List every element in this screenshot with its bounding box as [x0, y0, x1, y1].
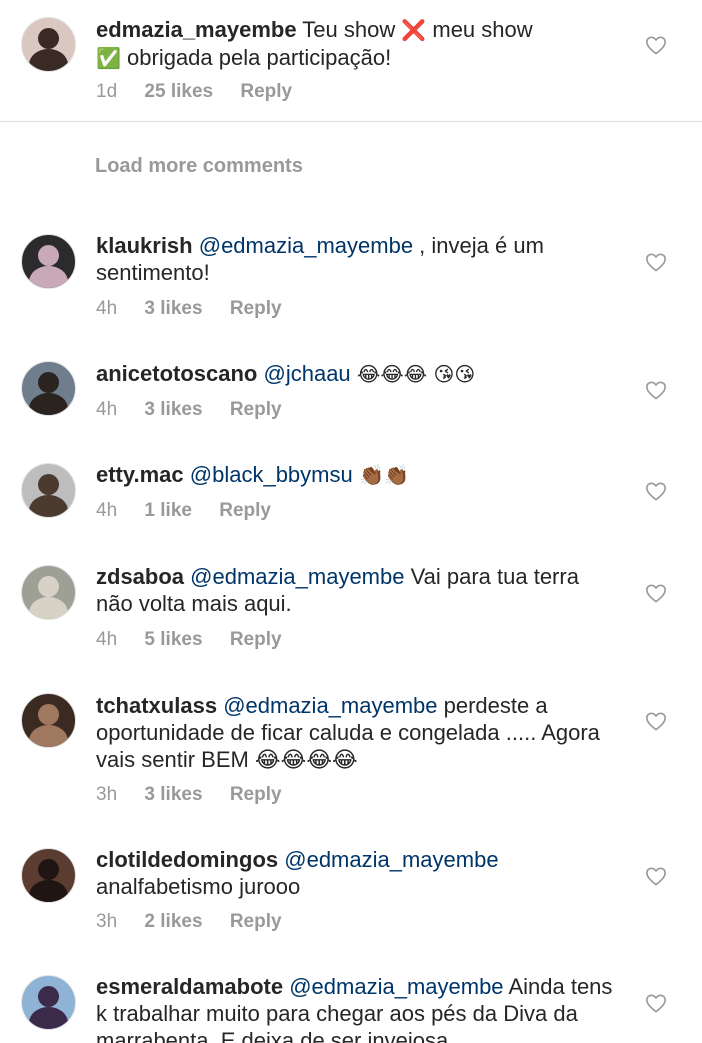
- comment-username[interactable]: etty.mac: [96, 462, 184, 487]
- avatar-head-shape: [37, 27, 60, 49]
- comment-text: zdsaboa @edmazia_mayembe Vai para tua te…: [96, 563, 621, 617]
- avatar-head-shape: [37, 703, 60, 725]
- reply-button[interactable]: Reply: [230, 911, 282, 932]
- avatar[interactable]: [21, 463, 76, 518]
- avatar-body-shape: [29, 724, 68, 747]
- comment-text: klaukrish @edmazia_mayembe , inveja é um…: [96, 232, 621, 286]
- comment-username[interactable]: anicetotoscano: [96, 361, 257, 386]
- comment-likes[interactable]: 2 likes: [144, 911, 202, 932]
- comment-text: clotildedomingos @edmazia_mayembe analfa…: [96, 846, 621, 900]
- comment-likes[interactable]: 3 likes: [144, 399, 202, 420]
- comment-time: 1d: [96, 81, 118, 102]
- comment-text: etty.mac @black_bbymsu 👏🏾👏🏾: [96, 461, 621, 489]
- avatar[interactable]: [21, 848, 76, 903]
- comment-time: 3h: [96, 784, 118, 805]
- comment-text: esmeraldamabote @edmazia_mayembe Ainda t…: [96, 973, 621, 1043]
- reply-button[interactable]: Reply: [230, 629, 282, 650]
- comment-time: 4h: [96, 399, 118, 420]
- comment-body: analfabetismo jurooo: [96, 874, 301, 899]
- avatar[interactable]: [21, 17, 76, 72]
- reply-button[interactable]: Reply: [230, 784, 282, 805]
- comment-time: 4h: [96, 298, 118, 319]
- heart-icon[interactable]: [645, 866, 667, 886]
- comment-meta: 3h 2 likes Reply: [96, 911, 304, 933]
- avatar-head-shape: [37, 575, 60, 597]
- comment-meta: 4h 5 likes Reply: [96, 629, 304, 651]
- avatar-body-shape: [29, 879, 68, 902]
- avatar-head-shape: [37, 371, 60, 393]
- comment-likes[interactable]: 5 likes: [144, 629, 202, 650]
- avatar-body-shape: [29, 596, 68, 619]
- clapping-hands-icon: 👏🏾👏🏾: [352, 463, 409, 487]
- avatar[interactable]: [21, 234, 76, 289]
- avatar-head-shape: [37, 985, 60, 1007]
- divider: [0, 121, 702, 122]
- avatar-body-shape: [29, 1006, 68, 1029]
- comment-meta: 1d 25 likes Reply: [96, 81, 314, 103]
- comment-body: Teu show: [302, 17, 402, 42]
- reply-button[interactable]: Reply: [219, 500, 271, 521]
- comment-text: anicetotoscano @jchaau 😂😂😂 😘😘: [96, 360, 621, 388]
- avatar-body-shape: [29, 494, 68, 517]
- comment-mention[interactable]: @edmazia_mayembe: [190, 564, 404, 589]
- comment-mention[interactable]: @black_bbymsu: [190, 462, 353, 487]
- comment-username[interactable]: tchatxulass: [96, 693, 217, 718]
- comment-username[interactable]: zdsaboa: [96, 564, 184, 589]
- comment-text: edmazia_mayembe Teu show ❌ meu show ✅ ob…: [96, 16, 621, 72]
- comment-meta: 4h 3 likes Reply: [96, 298, 304, 320]
- heart-icon[interactable]: [645, 252, 667, 272]
- avatar-body-shape: [29, 265, 68, 288]
- cross-mark-icon: ❌: [401, 18, 427, 42]
- emoji-laughing-kiss-icon: 😂😂😂 😘😘: [350, 362, 476, 386]
- comment-time: 3h: [96, 911, 118, 932]
- reply-button[interactable]: Reply: [230, 298, 282, 319]
- comment-likes[interactable]: 3 likes: [144, 784, 202, 805]
- heart-icon[interactable]: [645, 993, 667, 1013]
- comment-mention[interactable]: @jchaau: [264, 361, 351, 386]
- comment-meta: 4h 3 likes Reply: [96, 399, 304, 421]
- comment-time: 4h: [96, 629, 118, 650]
- avatar[interactable]: [21, 693, 76, 748]
- avatar-head-shape: [37, 244, 60, 266]
- avatar-head-shape: [37, 858, 60, 880]
- comment-username[interactable]: edmazia_mayembe: [96, 17, 297, 42]
- reply-button[interactable]: Reply: [240, 81, 292, 102]
- avatar-body-shape: [29, 392, 68, 415]
- comment-username[interactable]: klaukrish: [96, 233, 193, 258]
- avatar-body-shape: [29, 48, 68, 71]
- heart-icon[interactable]: [645, 481, 667, 501]
- comment-likes[interactable]: 1 like: [144, 500, 192, 521]
- comment-likes[interactable]: 3 likes: [144, 298, 202, 319]
- comment-username[interactable]: esmeraldamabote: [96, 974, 283, 999]
- heart-icon[interactable]: [645, 711, 667, 731]
- comment-meta: 4h 1 like Reply: [96, 500, 293, 522]
- comment-mention[interactable]: @edmazia_mayembe: [284, 847, 498, 872]
- comment-body: obrigada pela participação!: [120, 45, 392, 70]
- comment-time: 4h: [96, 500, 118, 521]
- comment-username[interactable]: clotildedomingos: [96, 847, 278, 872]
- load-more-comments[interactable]: Load more comments: [95, 155, 303, 178]
- comment-likes[interactable]: 25 likes: [144, 81, 213, 102]
- comment-body: meu show: [426, 17, 533, 42]
- avatar[interactable]: [21, 565, 76, 620]
- heart-icon[interactable]: [645, 35, 667, 55]
- comment-text: tchatxulass @edmazia_mayembe perdeste a …: [96, 692, 621, 773]
- check-mark-icon: ✅: [96, 46, 121, 70]
- avatar[interactable]: [21, 361, 76, 416]
- reply-button[interactable]: Reply: [230, 399, 282, 420]
- avatar[interactable]: [21, 975, 76, 1030]
- heart-icon[interactable]: [645, 380, 667, 400]
- comment-mention[interactable]: @edmazia_mayembe: [289, 974, 503, 999]
- heart-icon[interactable]: [645, 583, 667, 603]
- comment-mention[interactable]: @edmazia_mayembe: [199, 233, 413, 258]
- comment-mention[interactable]: @edmazia_mayembe: [223, 693, 437, 718]
- comment-meta: 3h 3 likes Reply: [96, 784, 304, 806]
- avatar-head-shape: [37, 473, 60, 495]
